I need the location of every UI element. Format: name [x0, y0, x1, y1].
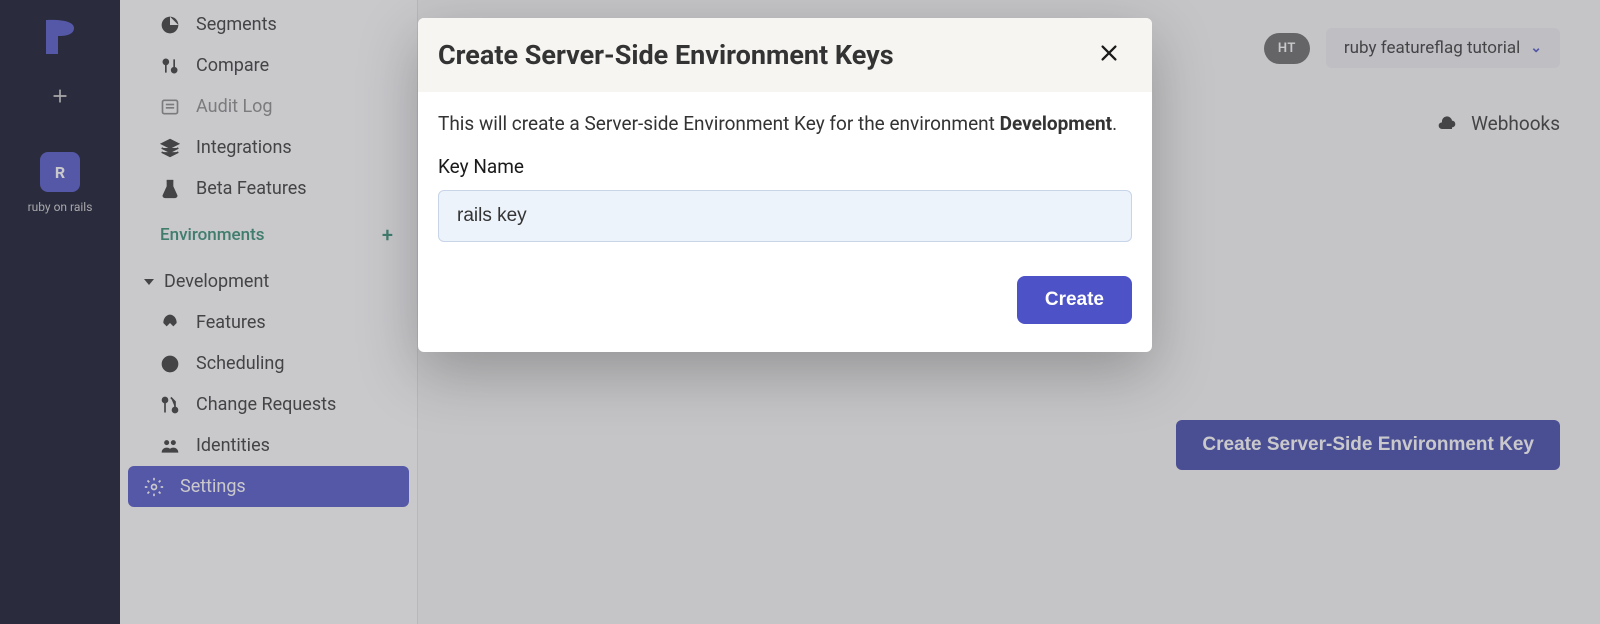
key-name-input[interactable]: [438, 190, 1132, 242]
key-name-label: Key Name: [438, 155, 1132, 178]
modal-footer: Create: [418, 266, 1152, 352]
modal-intro: This will create a Server-side Environme…: [438, 110, 1132, 139]
modal-title: Create Server-Side Environment Keys: [438, 39, 894, 71]
modal-header: Create Server-Side Environment Keys: [418, 18, 1152, 92]
close-icon: [1098, 42, 1120, 64]
modal-body: This will create a Server-side Environme…: [418, 92, 1152, 266]
create-button[interactable]: Create: [1017, 276, 1132, 324]
modal-close-button[interactable]: [1094, 38, 1124, 72]
create-key-modal: Create Server-Side Environment Keys This…: [418, 18, 1152, 352]
